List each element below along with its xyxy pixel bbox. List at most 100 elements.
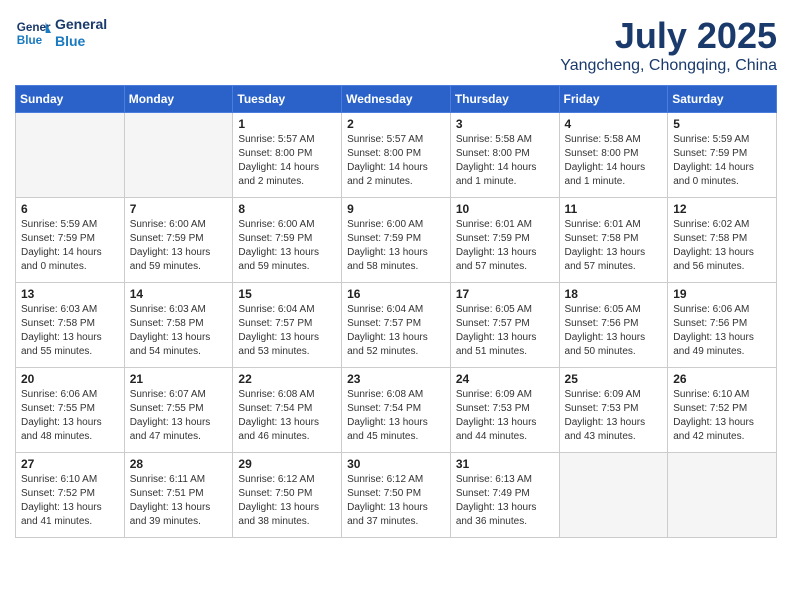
calendar-cell: 15 Sunrise: 6:04 AM Sunset: 7:57 PM Dayli… — [233, 283, 342, 368]
day-number: 28 — [130, 457, 228, 471]
calendar-cell: 4 Sunrise: 5:58 AM Sunset: 8:00 PM Daylig… — [559, 113, 668, 198]
day-info: Sunrise: 5:57 AM Sunset: 8:00 PM Dayligh… — [347, 133, 445, 189]
day-info: Sunrise: 6:06 AM Sunset: 7:56 PM Dayligh… — [673, 303, 771, 359]
day-info: Sunrise: 6:01 AM Sunset: 7:58 PM Dayligh… — [565, 218, 663, 274]
day-info: Sunrise: 6:11 AM Sunset: 7:51 PM Dayligh… — [130, 473, 228, 529]
day-number: 5 — [673, 117, 771, 131]
day-info: Sunrise: 6:05 AM Sunset: 7:56 PM Dayligh… — [565, 303, 663, 359]
calendar-table: SundayMondayTuesdayWednesdayThursdayFrid… — [15, 85, 777, 538]
calendar-cell: 29 Sunrise: 6:12 AM Sunset: 7:50 PM Dayli… — [233, 453, 342, 538]
day-number: 12 — [673, 202, 771, 216]
day-info: Sunrise: 6:08 AM Sunset: 7:54 PM Dayligh… — [238, 388, 336, 444]
week-row-2: 6 Sunrise: 5:59 AM Sunset: 7:59 PM Daylig… — [16, 198, 777, 283]
week-row-3: 13 Sunrise: 6:03 AM Sunset: 7:58 PM Dayli… — [16, 283, 777, 368]
calendar-cell: 7 Sunrise: 6:00 AM Sunset: 7:59 PM Daylig… — [124, 198, 233, 283]
week-row-1: 1 Sunrise: 5:57 AM Sunset: 8:00 PM Daylig… — [16, 113, 777, 198]
day-number: 21 — [130, 372, 228, 386]
day-info: Sunrise: 6:12 AM Sunset: 7:50 PM Dayligh… — [238, 473, 336, 529]
day-number: 25 — [565, 372, 663, 386]
calendar-cell: 14Sunrise: 6:03 AM Sunset: 7:58 PM Dayli… — [124, 283, 233, 368]
weekday-header-sunday: Sunday — [16, 86, 125, 113]
logo-blue-text: Blue — [55, 33, 107, 50]
calendar-cell: 10 Sunrise: 6:01 AM Sunset: 7:59 PM Dayli… — [450, 198, 559, 283]
calendar-cell — [124, 113, 233, 198]
calendar-cell: 17Sunrise: 6:05 AM Sunset: 7:57 PM Dayli… — [450, 283, 559, 368]
calendar-cell: 30Sunrise: 6:12 AM Sunset: 7:50 PM Dayli… — [342, 453, 451, 538]
day-info: Sunrise: 6:13 AM Sunset: 7:49 PM Dayligh… — [456, 473, 554, 529]
title-block: July 2025 Yangcheng, Chongqing, China — [560, 15, 777, 75]
calendar-cell: 21 Sunrise: 6:07 AM Sunset: 7:55 PM Dayli… — [124, 368, 233, 453]
weekday-header-monday: Monday — [124, 86, 233, 113]
calendar-cell: 6 Sunrise: 5:59 AM Sunset: 7:59 PM Daylig… — [16, 198, 125, 283]
day-number: 7 — [130, 202, 228, 216]
weekday-header-friday: Friday — [559, 86, 668, 113]
calendar-cell: 20Sunrise: 6:06 AM Sunset: 7:55 PM Dayli… — [16, 368, 125, 453]
calendar-cell — [16, 113, 125, 198]
calendar-cell: 31 Sunrise: 6:13 AM Sunset: 7:49 PM Dayli… — [450, 453, 559, 538]
day-number: 24 — [456, 372, 554, 386]
day-number: 29 — [238, 457, 336, 471]
month-year-title: July 2025 — [560, 15, 777, 57]
day-info: Sunrise: 6:04 AM Sunset: 7:57 PM Dayligh… — [238, 303, 336, 359]
day-info: Sunrise: 6:08 AM Sunset: 7:54 PM Dayligh… — [347, 388, 445, 444]
day-info: Sunrise: 6:07 AM Sunset: 7:55 PM Dayligh… — [130, 388, 228, 444]
calendar-cell: 23 Sunrise: 6:08 AM Sunset: 7:54 PM Dayli… — [342, 368, 451, 453]
day-number: 23 — [347, 372, 445, 386]
weekday-header-saturday: Saturday — [668, 86, 777, 113]
day-number: 4 — [565, 117, 663, 131]
day-info: Sunrise: 6:06 AM Sunset: 7:55 PM Dayligh… — [21, 388, 119, 444]
day-number: 30 — [347, 457, 445, 471]
day-number: 9 — [347, 202, 445, 216]
day-number: 31 — [456, 457, 554, 471]
calendar-cell: 13 Sunrise: 6:03 AM Sunset: 7:58 PM Dayli… — [16, 283, 125, 368]
day-info: Sunrise: 6:09 AM Sunset: 7:53 PM Dayligh… — [565, 388, 663, 444]
day-info: Sunrise: 6:03 AM Sunset: 7:58 PM Dayligh… — [21, 303, 119, 359]
calendar-cell: 2Sunrise: 5:57 AM Sunset: 8:00 PM Daylig… — [342, 113, 451, 198]
day-info: Sunrise: 5:59 AM Sunset: 7:59 PM Dayligh… — [673, 133, 771, 189]
day-number: 18 — [565, 287, 663, 301]
calendar-cell — [559, 453, 668, 538]
calendar-cell: 3Sunrise: 5:58 AM Sunset: 8:00 PM Daylig… — [450, 113, 559, 198]
day-info: Sunrise: 6:00 AM Sunset: 7:59 PM Dayligh… — [130, 218, 228, 274]
day-number: 14 — [130, 287, 228, 301]
week-row-4: 20Sunrise: 6:06 AM Sunset: 7:55 PM Dayli… — [16, 368, 777, 453]
day-number: 1 — [238, 117, 336, 131]
calendar-cell: 25 Sunrise: 6:09 AM Sunset: 7:53 PM Dayli… — [559, 368, 668, 453]
day-info: Sunrise: 6:01 AM Sunset: 7:59 PM Dayligh… — [456, 218, 554, 274]
day-number: 19 — [673, 287, 771, 301]
calendar-cell: 24 Sunrise: 6:09 AM Sunset: 7:53 PM Dayli… — [450, 368, 559, 453]
page-header: General Blue General Blue July 2025 Yang… — [15, 15, 777, 75]
weekday-header-thursday: Thursday — [450, 86, 559, 113]
weekday-header-wednesday: Wednesday — [342, 86, 451, 113]
day-number: 16 — [347, 287, 445, 301]
calendar-cell: 1Sunrise: 5:57 AM Sunset: 8:00 PM Daylig… — [233, 113, 342, 198]
calendar-cell: 28 Sunrise: 6:11 AM Sunset: 7:51 PM Dayli… — [124, 453, 233, 538]
location-title: Yangcheng, Chongqing, China — [560, 57, 777, 75]
day-number: 3 — [456, 117, 554, 131]
day-info: Sunrise: 6:00 AM Sunset: 7:59 PM Dayligh… — [347, 218, 445, 274]
day-info: Sunrise: 6:10 AM Sunset: 7:52 PM Dayligh… — [21, 473, 119, 529]
day-number: 8 — [238, 202, 336, 216]
day-info: Sunrise: 6:05 AM Sunset: 7:57 PM Dayligh… — [456, 303, 554, 359]
day-info: Sunrise: 6:10 AM Sunset: 7:52 PM Dayligh… — [673, 388, 771, 444]
calendar-cell: 12Sunrise: 6:02 AM Sunset: 7:58 PM Dayli… — [668, 198, 777, 283]
calendar-cell: 9 Sunrise: 6:00 AM Sunset: 7:59 PM Daylig… — [342, 198, 451, 283]
day-number: 13 — [21, 287, 119, 301]
day-info: Sunrise: 5:59 AM Sunset: 7:59 PM Dayligh… — [21, 218, 119, 274]
day-info: Sunrise: 5:58 AM Sunset: 8:00 PM Dayligh… — [565, 133, 663, 189]
day-number: 15 — [238, 287, 336, 301]
day-info: Sunrise: 6:09 AM Sunset: 7:53 PM Dayligh… — [456, 388, 554, 444]
weekday-header-row: SundayMondayTuesdayWednesdayThursdayFrid… — [16, 86, 777, 113]
calendar-cell — [668, 453, 777, 538]
day-number: 26 — [673, 372, 771, 386]
day-number: 10 — [456, 202, 554, 216]
day-number: 6 — [21, 202, 119, 216]
logo-general-text: General — [55, 16, 107, 33]
calendar-cell: 8Sunrise: 6:00 AM Sunset: 7:59 PM Daylig… — [233, 198, 342, 283]
calendar-cell: 19 Sunrise: 6:06 AM Sunset: 7:56 PM Dayli… — [668, 283, 777, 368]
calendar-cell: 26 Sunrise: 6:10 AM Sunset: 7:52 PM Dayli… — [668, 368, 777, 453]
day-number: 27 — [21, 457, 119, 471]
svg-text:Blue: Blue — [17, 34, 43, 47]
logo: General Blue General Blue — [15, 15, 107, 51]
weekday-header-tuesday: Tuesday — [233, 86, 342, 113]
